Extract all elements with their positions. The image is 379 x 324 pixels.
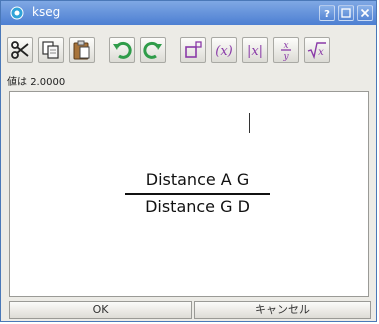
parentheses-icon: (x) (215, 44, 232, 59)
fraction-expression[interactable]: Distance A G Distance G D (125, 170, 270, 228)
svg-text:y: y (282, 52, 289, 62)
redo-icon (143, 41, 162, 59)
cancel-button[interactable]: キャンセル (194, 301, 371, 319)
text-cursor (249, 113, 250, 133)
fraction-icon: x y (281, 41, 291, 62)
close-icon (360, 8, 370, 18)
value-number: 2.0000 (30, 77, 66, 88)
copy-icon (42, 41, 59, 59)
svg-text:(x): (x) (215, 44, 232, 59)
square-root-icon: x (307, 42, 326, 60)
window-title: kseg (32, 5, 61, 19)
svg-text:|x|: |x| (247, 44, 263, 59)
svg-text:?: ? (324, 9, 330, 20)
paste-button[interactable] (69, 37, 95, 63)
absolute-value-icon: |x| (247, 44, 263, 59)
value-prefix: 値は (7, 77, 27, 88)
undo-button[interactable] (109, 37, 135, 63)
parentheses-button[interactable]: (x) (211, 37, 237, 63)
denominator[interactable]: Distance G D (125, 197, 270, 216)
paste-icon (73, 40, 90, 60)
kseg-window: kseg ? (x) |x| x y x 値は 2.0000 Distance … (0, 0, 377, 322)
help-button[interactable]: ? (319, 5, 335, 21)
maximize-button[interactable] (338, 5, 354, 21)
cut-icon (11, 41, 29, 59)
numerator[interactable]: Distance A G (125, 170, 270, 189)
formula-editor[interactable]: Distance A G Distance G D (9, 91, 369, 297)
app-icon (10, 6, 24, 20)
fraction-button[interactable]: x y (273, 37, 299, 63)
copy-button[interactable] (38, 37, 64, 63)
fraction-bar (125, 193, 270, 195)
superscript-button[interactable] (180, 37, 206, 63)
dialog-buttons: OK キャンセル (9, 301, 371, 319)
square-root-button[interactable]: x (304, 37, 330, 63)
cut-button[interactable] (7, 37, 33, 63)
superscript-icon (185, 41, 202, 58)
close-button[interactable] (357, 5, 373, 21)
svg-text:x: x (318, 47, 324, 58)
toolbar: (x) |x| x y x (1, 25, 376, 77)
absolute-value-button[interactable]: |x| (242, 37, 268, 63)
undo-icon (113, 41, 132, 59)
help-icon: ? (324, 9, 330, 20)
redo-button[interactable] (140, 37, 166, 63)
title-bar[interactable]: kseg ? (1, 1, 376, 25)
maximize-icon (341, 8, 351, 18)
value-readout: 値は 2.0000 (7, 77, 65, 89)
ok-button[interactable]: OK (9, 301, 192, 319)
